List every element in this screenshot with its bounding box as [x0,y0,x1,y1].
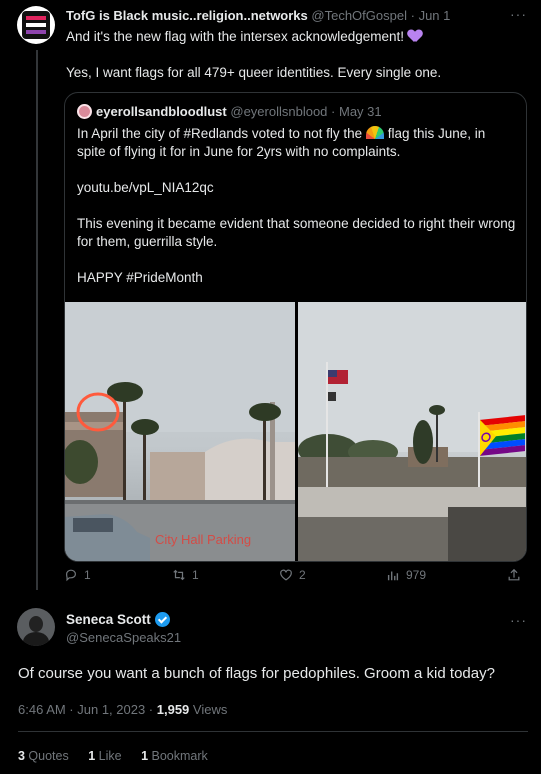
photo-flagpoles-drawing [298,302,526,561]
tweet1-dot: · [410,8,415,23]
tweet2-views-label: Views [189,702,228,717]
tweet1-text-line1: And it's the new flag with the intersex … [66,29,405,44]
quote-avatar[interactable] [77,104,92,119]
tweet1-header: TofG is Black music..religion..networks … [66,8,450,23]
reply-count: 1 [84,568,91,582]
quote-link[interactable]: youtu.be/vpL_NIA12qc [77,179,517,197]
tweet2-text: Of course you want a bunch of flags for … [18,665,495,682]
tweet1-action-bar: 1 1 2 979 [64,568,527,592]
tweet2-timestamp[interactable]: 6:46 AM · Jun 1, 2023 · [18,702,157,717]
photo-flagpoles[interactable] [298,302,526,561]
tweet1-more-button[interactable]: ··· [510,6,527,22]
quote-text-a: In April the city of #Redlands voted to … [77,126,363,141]
like-button[interactable]: 2 [279,568,306,582]
quote-photo-grid: City Hall Parking [65,302,526,561]
tweet1-date[interactable]: Jun 1 [419,8,451,23]
bookmarks-stat[interactable]: 1 Bookmark [141,749,208,763]
tweet1-body: And it's the new flag with the intersex … [66,28,526,82]
quotes-count: 3 [18,749,25,763]
bookmarks-label: Bookmark [148,749,208,763]
quotes-stat[interactable]: 3 Quotes [18,749,69,763]
avatar-seneca-scott[interactable] [17,608,55,646]
quote-text-c: This evening it became evident that some… [77,216,516,249]
reply-button[interactable]: 1 [64,568,91,582]
rainbow-emoji-icon [365,126,384,139]
repost-icon [173,569,185,581]
tweet2-author[interactable]: Seneca Scott [66,612,170,627]
quote-hashtag-line[interactable]: HAPPY #PrideMonth [77,269,517,287]
repost-count: 1 [192,568,199,582]
likes-label: Like [95,749,122,763]
reply-icon [66,569,76,582]
photo-city-hall[interactable]: City Hall Parking [65,302,295,561]
quote-header: eyerollsandbloodlust @eyerollsnblood · M… [77,104,382,119]
like-count: 2 [299,568,306,582]
tweet2-views-count: 1,959 [156,702,190,717]
tweet2-more-button[interactable]: ··· [510,612,527,628]
likes-stat[interactable]: 1 Like [88,749,121,763]
quote-date[interactable]: May 31 [339,104,382,119]
quote-body: In April the city of #Redlands voted to … [77,125,517,287]
share-button[interactable] [507,568,521,582]
like-icon [280,569,292,581]
tweet1-author-name[interactable]: TofG is Black music..religion..networks [66,8,308,23]
photo-city-hall-drawing [65,302,295,561]
repost-button[interactable]: 1 [172,568,199,582]
tweet2-author-name[interactable]: Seneca Scott [66,612,151,627]
quote-dot: · [331,104,336,119]
share-icon [508,568,520,581]
verified-badge-icon [154,612,170,627]
quotes-label: Quotes [24,749,69,763]
avatar-techofgospel[interactable] [17,6,55,44]
views-count: 979 [406,568,427,582]
tweet1-author-handle[interactable]: @TechOfGospel [311,8,407,23]
tweet2-engagement-stats: 3 Quotes 1 Like 1 Bookmark [18,749,224,763]
views-icon [387,571,399,581]
bookmarks-count: 1 [141,749,149,763]
views-button[interactable]: 979 [386,568,426,582]
tweet2-author-handle[interactable]: @SenecaSpeaks21 [66,630,181,645]
divider [18,731,528,732]
quoted-tweet-card[interactable]: eyerollsandbloodlust @eyerollsnblood · M… [64,92,527,562]
thread-connector-line [36,50,38,590]
quote-author-handle[interactable]: @eyerollsnblood [230,104,327,119]
tweet1-text-line2: Yes, I want flags for all 479+ queer ide… [66,65,442,80]
tweet2-meta: 6:46 AM · Jun 1, 2023 · 1,959 Views [18,702,227,717]
quote-author-name[interactable]: eyerollsandbloodlust [96,104,227,119]
purple-heart-icon [408,30,422,42]
photo-caption-city-hall-parking: City Hall Parking [155,532,252,547]
